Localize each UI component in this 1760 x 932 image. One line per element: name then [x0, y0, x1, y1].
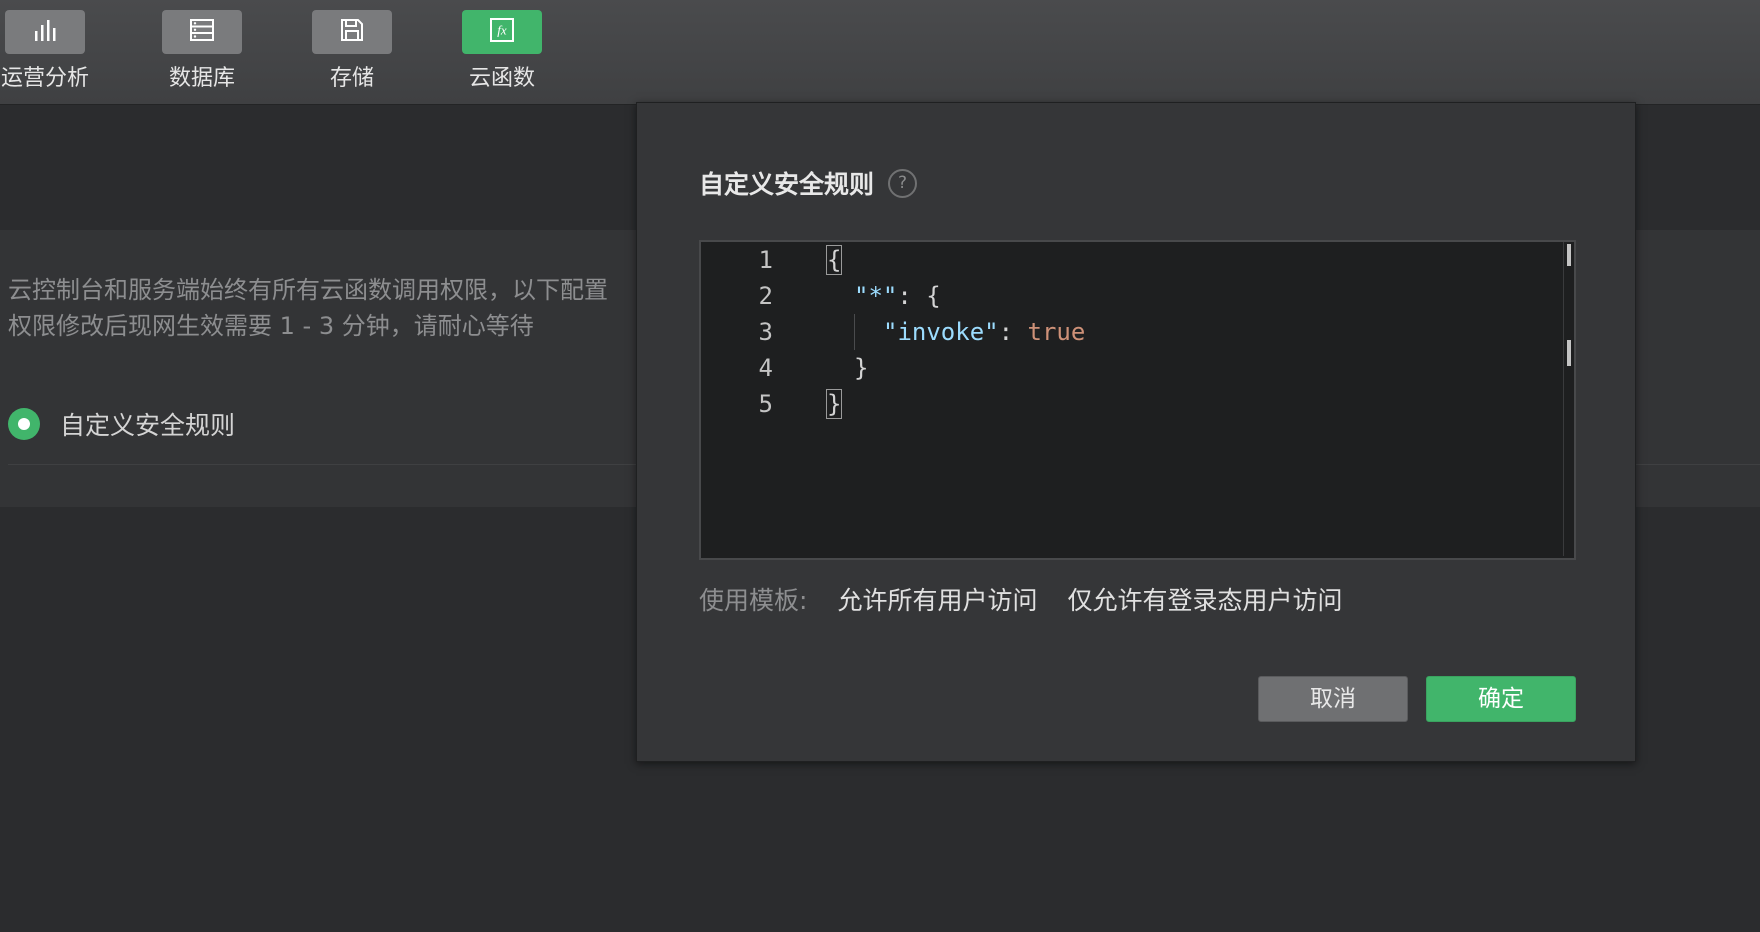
code-token: :	[998, 318, 1028, 346]
line-number: 4	[758, 354, 773, 382]
line-number: 2	[758, 282, 773, 310]
toolbar-label-analytics: 运营分析	[0, 66, 89, 91]
scroll-marker	[1567, 340, 1571, 366]
toolbar-label-cloud-functions: 云函数	[468, 66, 535, 91]
line-number: 5	[758, 390, 773, 418]
custom-rule-option[interactable]: 自定义安全规则	[8, 406, 235, 442]
template-label: 使用模板:	[699, 586, 808, 615]
indent-guide	[854, 314, 855, 350]
code-token: }	[854, 354, 869, 382]
analytics-button[interactable]	[5, 10, 85, 54]
confirm-button[interactable]: 确定	[1426, 676, 1576, 722]
database-icon	[189, 17, 215, 47]
toolbar-label-storage: 存储	[329, 66, 374, 91]
code-token: {	[825, 245, 843, 275]
radio-selected[interactable]	[8, 408, 40, 440]
editor-scrollbar[interactable]	[1563, 242, 1574, 556]
permissions-description: 云控制台和服务端始终有所有云函数调用权限，以下配置 权限修改后现网生效需要 1 …	[8, 272, 608, 344]
code-token: "*"	[854, 282, 898, 310]
toolbar-item-storage[interactable]: 存储	[302, 10, 402, 92]
rule-code-editor[interactable]: 1 { 2 "*": { 3 "invoke": true 4 } 5 }	[699, 240, 1576, 560]
storage-button[interactable]	[312, 10, 392, 54]
code-token: : {	[897, 282, 941, 310]
top-toolbar: 运营分析 数据库 存储 fx 云函数	[0, 0, 1760, 105]
toolbar-label-database: 数据库	[168, 66, 235, 91]
line-number: 1	[758, 246, 773, 274]
line-number: 3	[758, 318, 773, 346]
template-allow-all-link[interactable]: 允许所有用户访问	[837, 581, 1037, 617]
code-token: "invoke"	[883, 318, 999, 346]
save-icon	[339, 17, 365, 47]
cloud-functions-button[interactable]: fx	[462, 10, 542, 54]
database-button[interactable]	[162, 10, 242, 54]
template-row: 使用模板: 允许所有用户访问 仅允许有登录态用户访问	[699, 581, 1342, 617]
toolbar-item-analytics[interactable]: 运营分析	[0, 10, 95, 92]
dialog-title: 自定义安全规则	[699, 170, 875, 199]
description-line-2: 权限修改后现网生效需要 1 - 3 分钟，请耐心等待	[8, 312, 534, 340]
help-icon[interactable]: ?	[888, 168, 918, 198]
bar-chart-icon	[32, 17, 58, 47]
scroll-marker	[1567, 244, 1571, 266]
toolbar-item-cloud-functions[interactable]: fx 云函数	[452, 10, 552, 92]
function-fx-icon: fx	[489, 17, 515, 47]
svg-text:fx: fx	[497, 23, 507, 38]
custom-rule-option-label: 自定义安全规则	[60, 411, 236, 440]
dialog-title-row: 自定义安全规则 ?	[699, 165, 918, 201]
code-token: }	[825, 389, 843, 419]
custom-security-rule-dialog: 自定义安全规则 ? 1 { 2 "*": { 3 "invoke": true …	[636, 102, 1636, 762]
description-line-1: 云控制台和服务端始终有所有云函数调用权限，以下配置	[8, 276, 608, 304]
cancel-button[interactable]: 取消	[1258, 676, 1408, 722]
code-token: true	[1027, 318, 1086, 346]
template-logged-in-only-link[interactable]: 仅允许有登录态用户访问	[1067, 581, 1342, 617]
toolbar-item-database[interactable]: 数据库	[152, 10, 252, 92]
